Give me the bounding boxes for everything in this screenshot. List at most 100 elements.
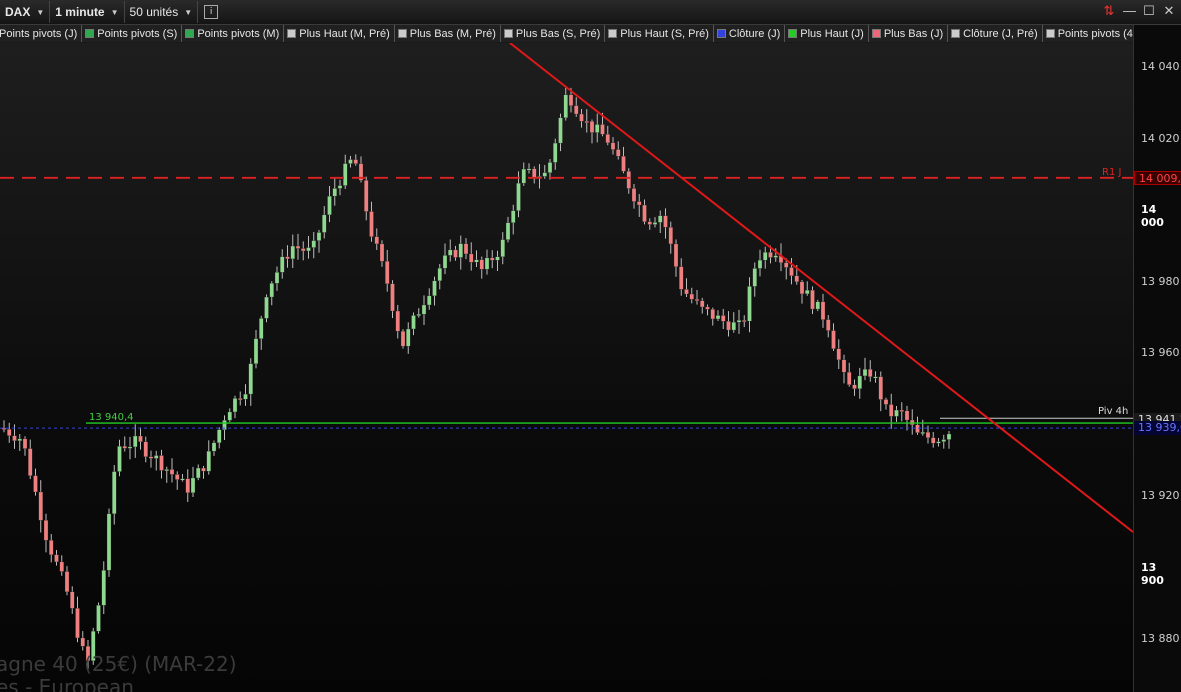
candle-body: [794, 275, 799, 283]
legend-item[interactable]: Clôture (J, Pré): [948, 25, 1043, 42]
legend-swatch-icon: [503, 29, 513, 38]
legend-item[interactable]: Plus Bas (S, Pré): [500, 25, 606, 42]
candle-body: [820, 301, 826, 320]
info-icon[interactable]: i: [204, 5, 219, 19]
candle-body: [511, 210, 516, 223]
candle-body: [752, 268, 757, 287]
window-controls: ⇅ — ☐ ✕: [1103, 3, 1175, 19]
candle-body: [799, 281, 805, 295]
price-axis[interactable]: 14 040 14 020 14 000 13 980 13 960 13 920 13 9…: [1133, 25, 1181, 692]
legend-swatch-icon: [85, 29, 95, 38]
axis-tick-label: 14 020: [1141, 131, 1180, 145]
candle-body: [673, 243, 679, 267]
candle-body: [936, 441, 941, 444]
candle-body: [931, 437, 936, 444]
candle-body: [343, 163, 348, 186]
candle-body: [831, 330, 836, 349]
candle-body: [33, 475, 38, 493]
candle-body: [322, 214, 327, 233]
candle-body: [474, 259, 479, 263]
legend-item[interactable]: Plus Haut (S, Pré): [605, 25, 714, 42]
candle-body: [54, 554, 59, 563]
candle-body: [700, 300, 705, 308]
legend-label: Plus Haut (J): [800, 27, 864, 40]
candle-body: [12, 435, 17, 441]
candle-body: [159, 455, 164, 471]
candle-body: [595, 124, 600, 133]
candle-body: [122, 446, 127, 449]
candle-body: [721, 315, 726, 322]
candle-body: [705, 306, 710, 310]
candle-body: [248, 363, 253, 395]
candle-body: [442, 255, 448, 269]
candle-body: [28, 448, 33, 476]
candle-body: [112, 471, 117, 514]
candle-body: [49, 540, 54, 555]
candle-body: [316, 232, 322, 241]
interval-selector[interactable]: 1 minute ▼: [50, 1, 125, 23]
candle-body: [652, 222, 658, 225]
legend-item[interactable]: Plus Bas (M, Pré): [394, 25, 501, 42]
legend-item[interactable]: Points pivots (M): [182, 25, 285, 42]
candle-body: [432, 280, 437, 297]
candle-body: [369, 211, 374, 237]
instrument-selector[interactable]: DAX ▼: [0, 1, 51, 23]
trend-line: [509, 43, 1133, 533]
candle-body: [43, 520, 49, 541]
price-chart[interactable]: R1 J 13 940,4 Piv 4h agne 40 (25€) (MAR-22…: [0, 43, 1133, 692]
legend-item[interactable]: Plus Bas (J): [868, 25, 949, 42]
legend-label: Plus Haut (M, Pré): [299, 27, 390, 40]
candle-body: [280, 256, 285, 273]
candle-body: [206, 450, 211, 472]
legend-swatch-icon: [1045, 29, 1055, 38]
maximize-icon[interactable]: ☐: [1143, 3, 1155, 19]
legend-item[interactable]: Points pivots (S): [82, 25, 183, 42]
legend-item[interactable]: Plus Haut (M, Pré): [284, 25, 395, 42]
legend-swatch-icon: [287, 29, 297, 38]
candle-body: [847, 371, 852, 385]
candle-body: [127, 446, 133, 449]
candle-body: [679, 266, 684, 290]
candle-body: [274, 272, 280, 284]
r1-level-label: R1 J: [1102, 167, 1121, 178]
toolbar: DAX ▼ 1 minute ▼ 50 unités ▼ i ⇅ — ☐ ✕: [0, 0, 1181, 25]
candle-body: [374, 236, 379, 245]
candle-body: [400, 331, 406, 347]
candle-body: [448, 249, 453, 256]
legend-label: Plus Bas (S, Pré): [515, 27, 601, 40]
candle-body: [390, 283, 395, 312]
legend-label: Plus Bas (J): [883, 27, 944, 40]
candle-body: [148, 456, 154, 459]
legend-item[interactable]: Clôture (J): [713, 25, 786, 42]
candle-body: [484, 257, 490, 270]
legend-item[interactable]: Plus Haut (J): [785, 25, 869, 42]
chevron-down-icon: ▼: [184, 7, 193, 17]
close-icon[interactable]: ✕: [1163, 3, 1175, 19]
candle-body: [264, 296, 269, 319]
candle-body: [164, 469, 169, 472]
candle-body: [175, 474, 180, 480]
axis-tick-label: 13 900: [1141, 560, 1164, 587]
candle-body: [311, 240, 316, 248]
candle-body: [395, 310, 400, 332]
candle-body: [17, 438, 22, 441]
candle-body: [290, 245, 295, 260]
legend-item[interactable]: Points pivots (4h): [1042, 25, 1148, 42]
candle-body: [689, 293, 694, 300]
candle-body: [364, 180, 369, 212]
candle-body: [616, 149, 621, 157]
legend-label: Points pivots (J): [0, 27, 78, 40]
units-selector[interactable]: 50 unités ▼: [125, 1, 199, 23]
sync-icon[interactable]: ⇅: [1103, 3, 1115, 19]
minimize-icon[interactable]: —: [1123, 3, 1136, 19]
candle-body: [899, 409, 904, 412]
candle-body: [348, 159, 353, 164]
candle-body: [584, 121, 589, 123]
candle-body: [694, 299, 700, 301]
candle-body: [789, 267, 794, 277]
candle-body: [301, 248, 306, 252]
candle-body: [626, 171, 631, 189]
candle-body: [663, 215, 668, 228]
legend-item[interactable]: Points pivots (J): [0, 25, 83, 42]
candle-body: [38, 491, 43, 521]
